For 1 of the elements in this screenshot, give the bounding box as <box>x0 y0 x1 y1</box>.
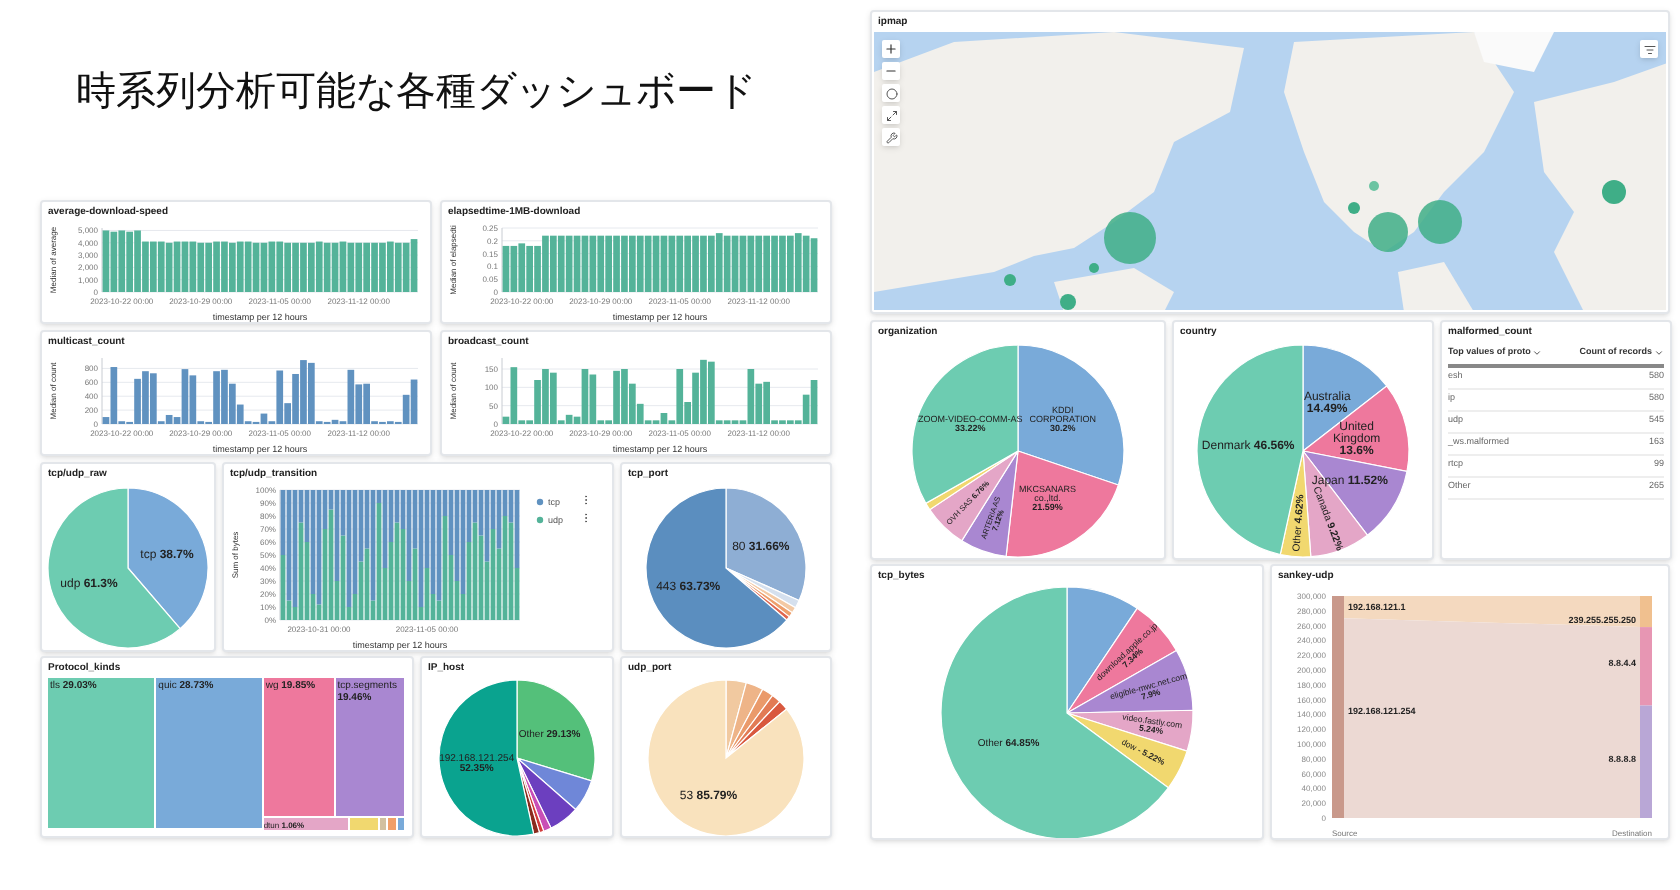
slide-title: 時系列分析可能な各種ダッシュボード <box>76 68 756 118</box>
